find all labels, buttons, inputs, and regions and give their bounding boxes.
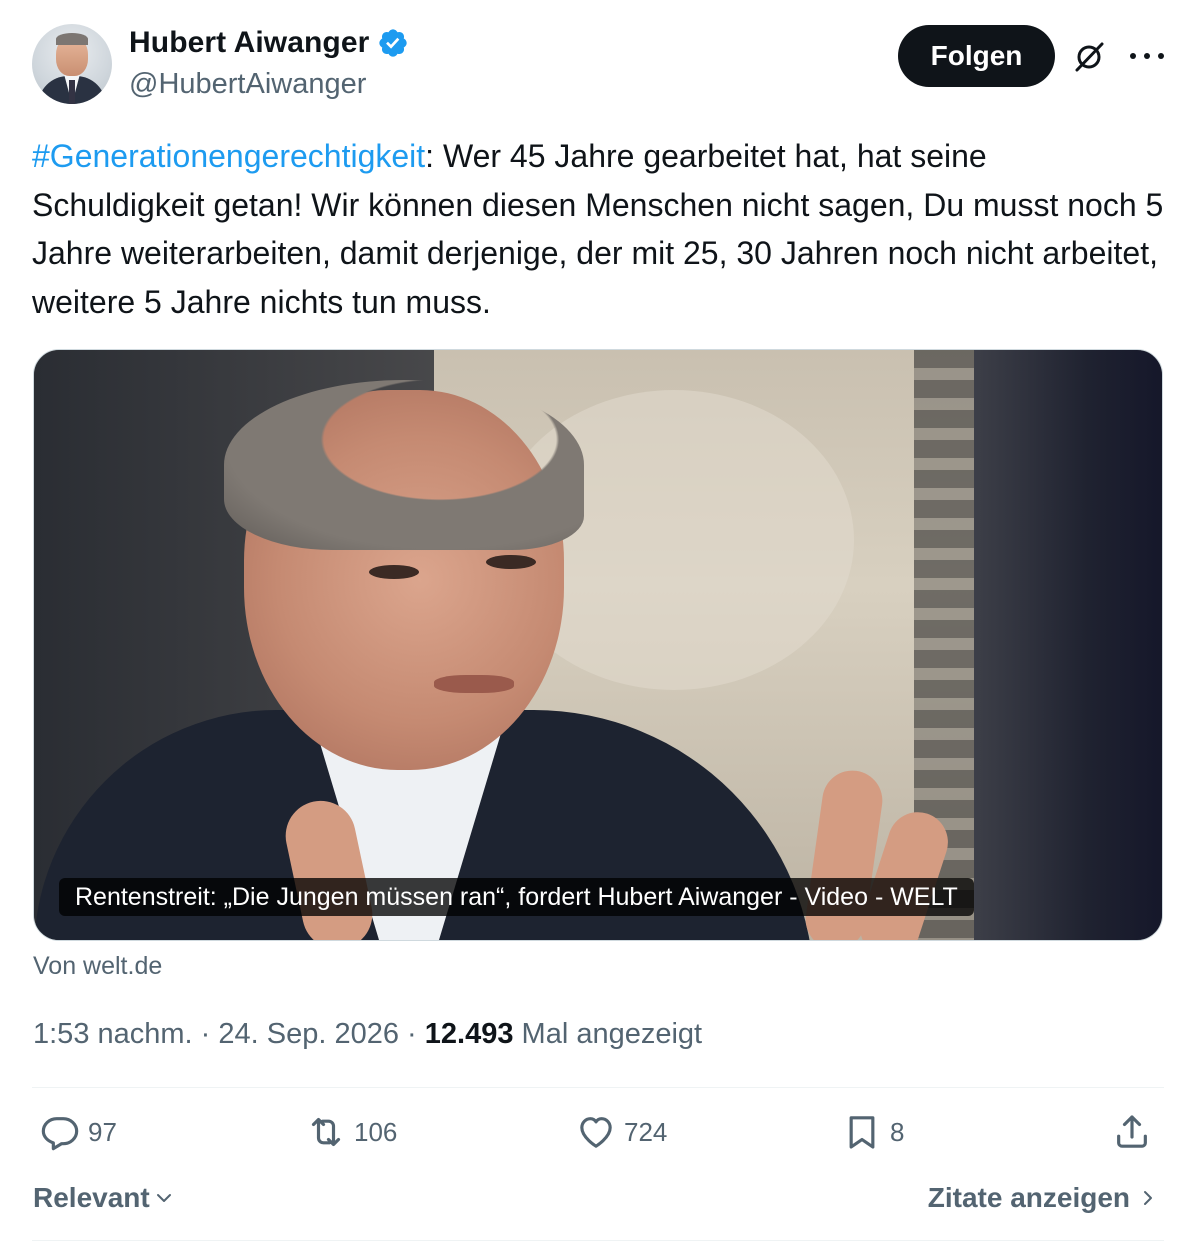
tweet-text: #Generationengerechtigkeit: Wer 45 Jahre… [32,132,1166,326]
link-card-media[interactable]: Rentenstreit: „Die Jungen müssen ran“, f… [33,349,1163,941]
tweet-date[interactable]: 24. Sep. 2026 [218,1018,399,1050]
media-caption: Rentenstreit: „Die Jungen müssen ran“, f… [59,878,974,916]
repost-icon [311,1117,341,1147]
reply-count: 97 [88,1116,117,1147]
author-handle[interactable]: @HubertAiwanger [129,68,366,101]
more-icon[interactable] [1130,46,1164,66]
tweet-time[interactable]: 1:53 nachm. [33,1018,193,1050]
reply-button[interactable]: 97 [40,1112,117,1152]
follow-button[interactable]: Folgen [898,25,1055,87]
action-bar: 97 106 724 8 [32,1112,1164,1164]
divider [32,1087,1164,1088]
repost-button[interactable]: 106 [306,1112,397,1152]
bookmark-count: 8 [890,1116,905,1147]
view-quotes-link[interactable]: Zitate anzeigen [928,1182,1158,1214]
views-label: Mal angezeigt [513,1018,703,1050]
tweet-meta: 1:53 nachm. · 24. Sep. 2026 · 12.493 Mal… [33,1018,703,1050]
views-count: 12.493 [424,1018,514,1050]
chevron-right-icon [1144,1191,1152,1205]
avatar[interactable] [32,24,112,104]
author-display-name[interactable]: Hubert Aiwanger [129,26,369,60]
sort-dropdown[interactable]: Relevant [33,1182,176,1214]
chevron-down-icon [156,1194,171,1202]
bookmark-icon [849,1116,875,1149]
heart-icon [580,1117,612,1148]
grok-icon[interactable] [1072,40,1106,74]
like-count: 724 [624,1116,668,1147]
link-source[interactable]: Von welt.de [33,952,162,981]
share-button[interactable] [1112,1112,1152,1152]
quotes-label: Zitate anzeigen [927,1182,1130,1213]
divider [32,1240,1164,1241]
sort-label: Relevant [33,1182,150,1213]
reply-icon [41,1117,79,1151]
bookmark-button[interactable]: 8 [842,1112,904,1152]
share-icon [1117,1115,1147,1148]
hashtag-link[interactable]: #Generationengerechtigkeit [32,138,425,174]
verified-badge-icon [379,29,408,57]
tweet-header: Hubert Aiwanger @HubertAiwanger Folgen [32,24,1164,108]
like-button[interactable]: 724 [576,1112,667,1152]
repost-count: 106 [354,1116,398,1147]
author-name-row: Hubert Aiwanger [129,26,409,60]
